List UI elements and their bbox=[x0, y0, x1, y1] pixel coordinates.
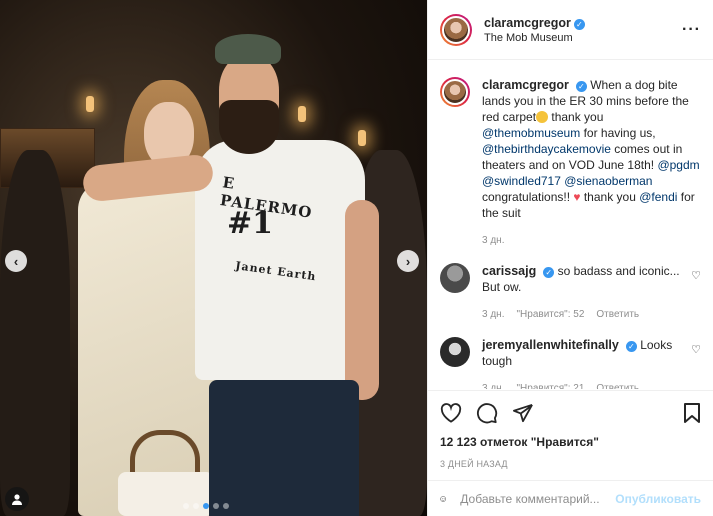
mention-link[interactable]: @pgdm bbox=[657, 158, 699, 172]
next-slide-button[interactable]: › bbox=[397, 250, 419, 272]
reply-button[interactable]: Ответить bbox=[596, 381, 639, 389]
post-actions: 12 123 отметок "Нравится" 3 ДНЕЙ НАЗАД bbox=[428, 390, 713, 469]
likes-count[interactable]: 12 123 отметок "Нравится" bbox=[440, 435, 701, 449]
more-options-button[interactable]: ··· bbox=[682, 21, 701, 39]
carousel-dot bbox=[223, 503, 229, 509]
heart-icon[interactable] bbox=[440, 403, 462, 423]
reply-button[interactable]: Ответить bbox=[596, 307, 639, 323]
carousel-dot bbox=[193, 503, 199, 509]
comment-icon[interactable] bbox=[476, 402, 498, 424]
more-horizontal-icon: ··· bbox=[682, 20, 701, 38]
carousel-dot bbox=[203, 503, 209, 509]
man-figure: E PALERMO #1 Janet Earth bbox=[81, 30, 385, 516]
comment-time[interactable]: 3 дн. bbox=[482, 381, 504, 389]
post-photo[interactable]: E PALERMO #1 Janet Earth ‹ › bbox=[0, 0, 427, 516]
verified-badge-icon: ✓ bbox=[543, 267, 555, 278]
carousel-dot bbox=[183, 503, 189, 509]
comment-item: jeremyallenwhitefinally ✓ Looks tough 3 д… bbox=[440, 337, 701, 389]
comment-item: carissajg ✓ so badass and iconic... But o… bbox=[440, 263, 701, 323]
comment-like-button[interactable]: ♡ bbox=[691, 343, 701, 389]
avatar[interactable] bbox=[440, 77, 470, 107]
mention-link[interactable]: @thebirthdaycakemovie bbox=[482, 142, 611, 156]
heart-outline-icon: ♡ bbox=[691, 344, 701, 356]
caption-time[interactable]: 3 дн. bbox=[482, 233, 504, 249]
comment-username[interactable]: carissajg bbox=[482, 264, 536, 278]
avatar[interactable] bbox=[440, 263, 470, 293]
caption-username[interactable]: claramcgregor bbox=[482, 78, 569, 92]
bookmark-icon[interactable] bbox=[683, 402, 701, 424]
avatar[interactable] bbox=[440, 13, 472, 46]
shirt-number: #1 bbox=[227, 206, 274, 241]
header-username[interactable]: claramcgregor bbox=[484, 16, 571, 30]
prev-slide-button[interactable]: ‹ bbox=[5, 250, 27, 272]
red-heart-emoji-icon: ♥ bbox=[573, 190, 581, 204]
grimace-emoji-icon bbox=[536, 111, 549, 123]
mention-link[interactable]: @themobmuseum bbox=[482, 126, 580, 140]
mention-link[interactable]: @fendi bbox=[639, 190, 677, 204]
chevron-right-icon: › bbox=[405, 253, 411, 269]
heart-outline-icon: ♡ bbox=[691, 270, 701, 282]
post-header: claramcgregor ✓ The Mob Museum ··· bbox=[428, 0, 713, 60]
comment-username[interactable]: jeremyallenwhitefinally bbox=[482, 338, 619, 352]
mention-link[interactable]: @sienaoberman bbox=[564, 174, 652, 188]
carousel-dot bbox=[213, 503, 219, 509]
tagged-users-button[interactable] bbox=[5, 487, 29, 511]
user-tag-icon bbox=[12, 494, 22, 505]
verified-badge-icon: ✓ bbox=[575, 81, 587, 92]
post-location[interactable]: The Mob Museum bbox=[484, 32, 682, 44]
share-icon[interactable] bbox=[512, 403, 534, 423]
comment-likes[interactable]: "Нравится": 52 bbox=[516, 307, 584, 323]
mention-link[interactable]: @swindled717 bbox=[482, 174, 561, 188]
instagram-post: E PALERMO #1 Janet Earth ‹ › claramcgreg… bbox=[0, 0, 713, 516]
add-comment-bar: Опубликовать bbox=[428, 480, 713, 516]
caption: claramcgregor ✓ When a dog bite lands you… bbox=[440, 77, 701, 249]
comments-list[interactable]: claramcgregor ✓ When a dog bite lands you… bbox=[428, 61, 713, 389]
publish-button[interactable]: Опубликовать bbox=[615, 492, 701, 506]
emoji-smile-icon[interactable] bbox=[440, 489, 446, 509]
verified-badge-icon: ✓ bbox=[573, 18, 585, 30]
verified-badge-icon: ✓ bbox=[625, 341, 637, 352]
post-date[interactable]: 3 ДНЕЙ НАЗАД bbox=[440, 459, 701, 469]
avatar[interactable] bbox=[440, 337, 470, 367]
comment-time[interactable]: 3 дн. bbox=[482, 307, 504, 323]
background-person bbox=[0, 150, 70, 516]
comment-like-button[interactable]: ♡ bbox=[691, 269, 701, 323]
post-side-panel: claramcgregor ✓ The Mob Museum ··· claram… bbox=[427, 0, 713, 516]
comment-likes[interactable]: "Нравится": 21 bbox=[516, 381, 584, 389]
carousel-dots bbox=[183, 503, 229, 509]
comment-input[interactable] bbox=[460, 491, 616, 506]
chevron-left-icon: ‹ bbox=[13, 253, 19, 269]
